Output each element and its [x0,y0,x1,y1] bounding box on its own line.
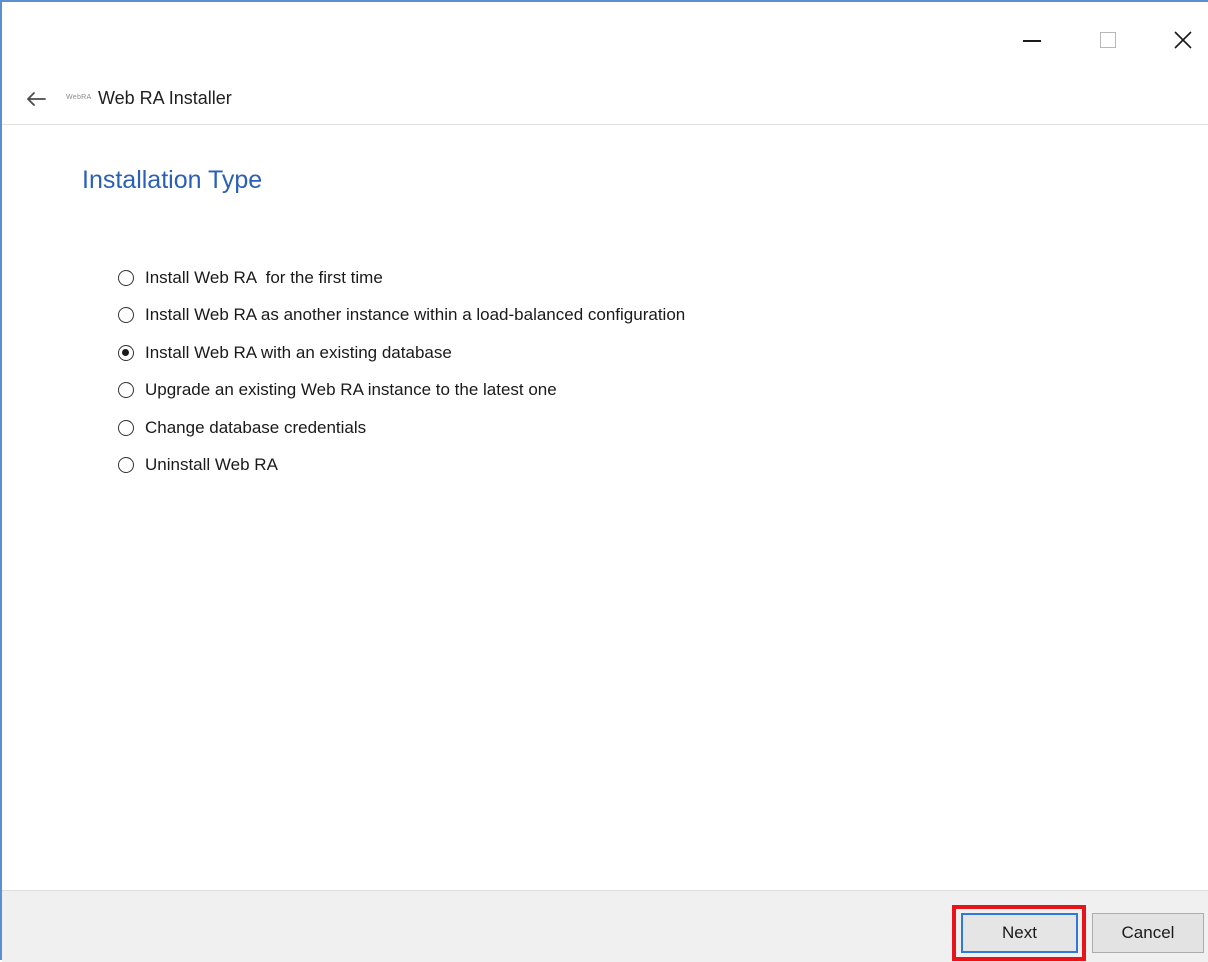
minimize-button[interactable] [1008,16,1054,62]
close-button[interactable] [1160,16,1206,62]
option-existing-database[interactable]: Install Web RA with an existing database [118,334,685,372]
option-uninstall[interactable]: Uninstall Web RA [118,447,685,485]
back-button[interactable] [22,84,52,114]
option-label: Change database credentials [145,417,367,437]
radio-button[interactable] [118,382,134,399]
maximize-button[interactable] [1084,16,1130,62]
radio-button[interactable] [118,457,134,474]
radio-button-selected[interactable] [118,344,134,361]
option-label: Install Web RA as another instance withi… [145,305,686,325]
option-label: Uninstall Web RA [145,455,278,475]
option-first-time[interactable]: Install Web RA for the first time [118,259,685,297]
next-button[interactable]: Next [961,913,1078,953]
option-label: Install Web RA with an existing database [145,342,452,362]
radio-button[interactable] [118,269,134,286]
option-change-credentials[interactable]: Change database credentials [118,409,685,447]
title-divider [2,124,1208,125]
page-title: Installation Type [82,166,263,194]
app-logo: WebRA [66,94,92,101]
option-label: Install Web RA for the first time [145,267,383,287]
radio-button[interactable] [118,419,134,436]
cancel-button[interactable]: Cancel [1092,913,1204,953]
option-upgrade[interactable]: Upgrade an existing Web RA instance to t… [118,372,685,410]
installer-window: WebRA Web RA Installer Installation Type… [0,0,1208,962]
close-icon [1174,31,1192,49]
option-label: Upgrade an existing Web RA instance to t… [145,380,557,400]
minimize-icon [1023,40,1041,42]
radio-button[interactable] [118,307,134,324]
caption-bar [2,2,1208,78]
back-arrow-icon [27,92,46,106]
title-row: WebRA Web RA Installer [2,78,1208,124]
installation-type-options: Install Web RA for the first time Instal… [118,259,685,484]
footer-bar: Next Cancel [2,890,1208,962]
maximize-icon [1100,32,1116,48]
option-load-balanced[interactable]: Install Web RA as another instance withi… [118,297,685,335]
window-title: Web RA Installer [98,88,232,108]
